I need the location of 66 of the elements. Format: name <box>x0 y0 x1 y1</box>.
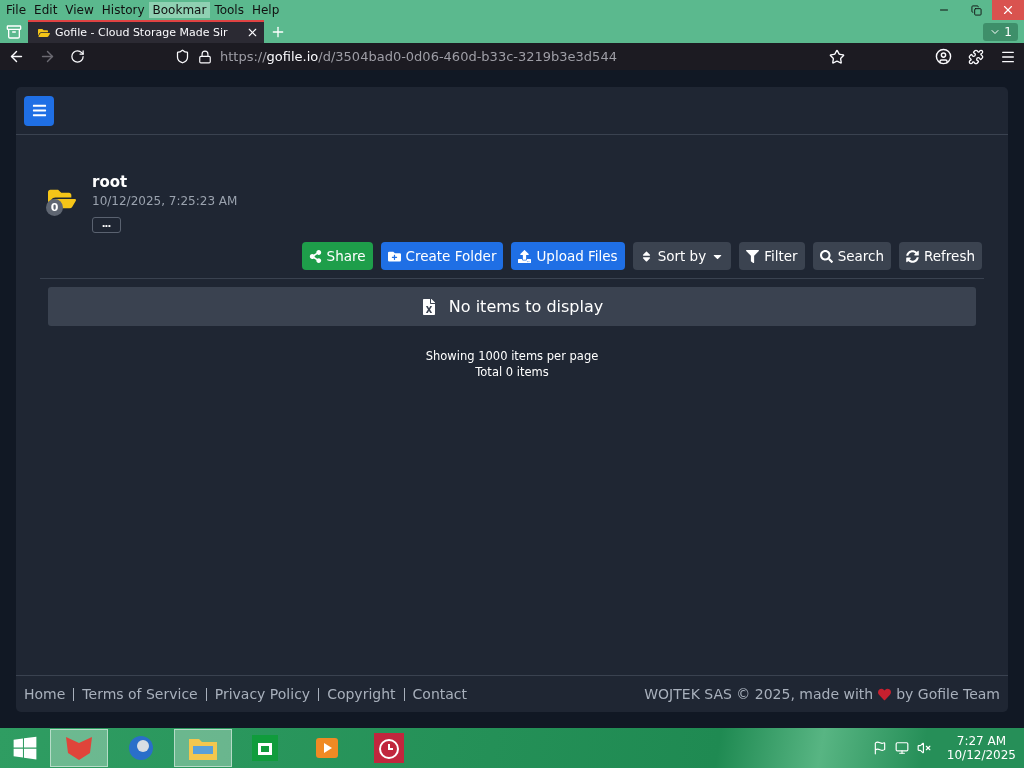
forward-icon[interactable] <box>39 48 56 65</box>
menu-item[interactable]: File <box>2 2 31 18</box>
muted-speaker-icon[interactable] <box>916 741 931 755</box>
menu-icon <box>31 103 47 118</box>
close-icon <box>246 26 259 39</box>
footer-link[interactable]: Home <box>24 687 74 701</box>
empty-message: No items to display <box>448 297 604 316</box>
lock-icon <box>198 49 212 64</box>
credit-text: WOJTEK SAS © 2025, made with <box>644 686 874 702</box>
menu-item[interactable]: History <box>97 2 149 18</box>
taskbar-app[interactable] <box>50 729 108 767</box>
clock[interactable]: 7:27 AM 10/12/2025 <box>946 734 1016 762</box>
restore-icon <box>970 4 982 16</box>
refresh-button[interactable]: Refresh <box>899 242 982 270</box>
menu-item[interactable]: Tools <box>210 2 248 18</box>
filter-button[interactable]: Filter <box>739 242 805 270</box>
credit-text: by Gofile Team <box>896 686 1000 702</box>
menu-item[interactable]: Help <box>247 2 284 18</box>
folder-date: 10/12/2025, 7:25:23 AM <box>92 194 238 208</box>
close-icon <box>1001 3 1015 17</box>
folder-name: root <box>92 173 129 191</box>
browser-tab[interactable]: Gofile - Cloud Storage Made Sir <box>28 20 264 43</box>
extensions-icon[interactable] <box>968 48 984 65</box>
file-icon <box>420 298 437 315</box>
url-text: https://gofile.io/d/3504bad0-0d06-460d-b33c-3219b3e3d544 <box>220 49 617 64</box>
folder-icon <box>38 26 50 39</box>
bookmark-star-icon[interactable] <box>829 48 845 65</box>
search-button[interactable]: Search <box>812 242 891 270</box>
close-button[interactable] <box>992 0 1024 20</box>
footer-link[interactable]: Contact <box>403 687 476 701</box>
footer-link[interactable]: Copyright <box>318 687 404 701</box>
tab-list-button[interactable]: 1 <box>983 22 1018 41</box>
sort-button[interactable]: Sort by <box>632 242 732 270</box>
clock-time: 7:27 AM <box>956 734 1007 748</box>
create-button[interactable]: Create Folder <box>380 242 504 270</box>
fox-app-icon <box>64 735 94 761</box>
reload-icon[interactable] <box>70 49 85 64</box>
account-icon[interactable] <box>935 48 952 65</box>
filter-icon <box>746 249 760 263</box>
share-icon <box>308 249 322 263</box>
more-button[interactable]: ••• <box>92 217 121 233</box>
alarm-clock-app-icon <box>374 733 404 763</box>
play-app-icon <box>314 735 340 761</box>
footer-link[interactable]: Privacy Policy <box>205 687 319 701</box>
refresh-icon <box>906 249 919 263</box>
back-icon[interactable] <box>8 48 25 65</box>
upload-button[interactable]: Upload Files <box>511 242 625 270</box>
shield-icon <box>175 49 190 64</box>
flag-icon[interactable] <box>872 741 887 755</box>
menu-button[interactable] <box>24 95 54 126</box>
heart-icon <box>878 687 892 701</box>
pagination-text: Total 0 items <box>475 364 549 380</box>
tab-title: Gofile - Cloud Storage Made Sir <box>55 26 229 39</box>
menu-item[interactable]: View <box>61 2 98 18</box>
upload-icon <box>518 249 532 263</box>
clock-date: 10/12/2025 <box>946 748 1016 762</box>
item-count-badge: 0 <box>46 199 63 216</box>
globe-app-icon <box>127 734 155 762</box>
create-icon <box>387 249 401 263</box>
search-icon <box>819 249 833 263</box>
tab-tray-icon[interactable] <box>6 23 22 40</box>
pagination-text: Showing 1000 items per page <box>425 348 599 364</box>
network-icon[interactable] <box>894 741 909 755</box>
menu-item[interactable]: Bookmar <box>148 2 211 18</box>
menu-item[interactable]: Edit <box>30 2 62 18</box>
footer-link[interactable]: Terms of Service <box>73 687 206 701</box>
